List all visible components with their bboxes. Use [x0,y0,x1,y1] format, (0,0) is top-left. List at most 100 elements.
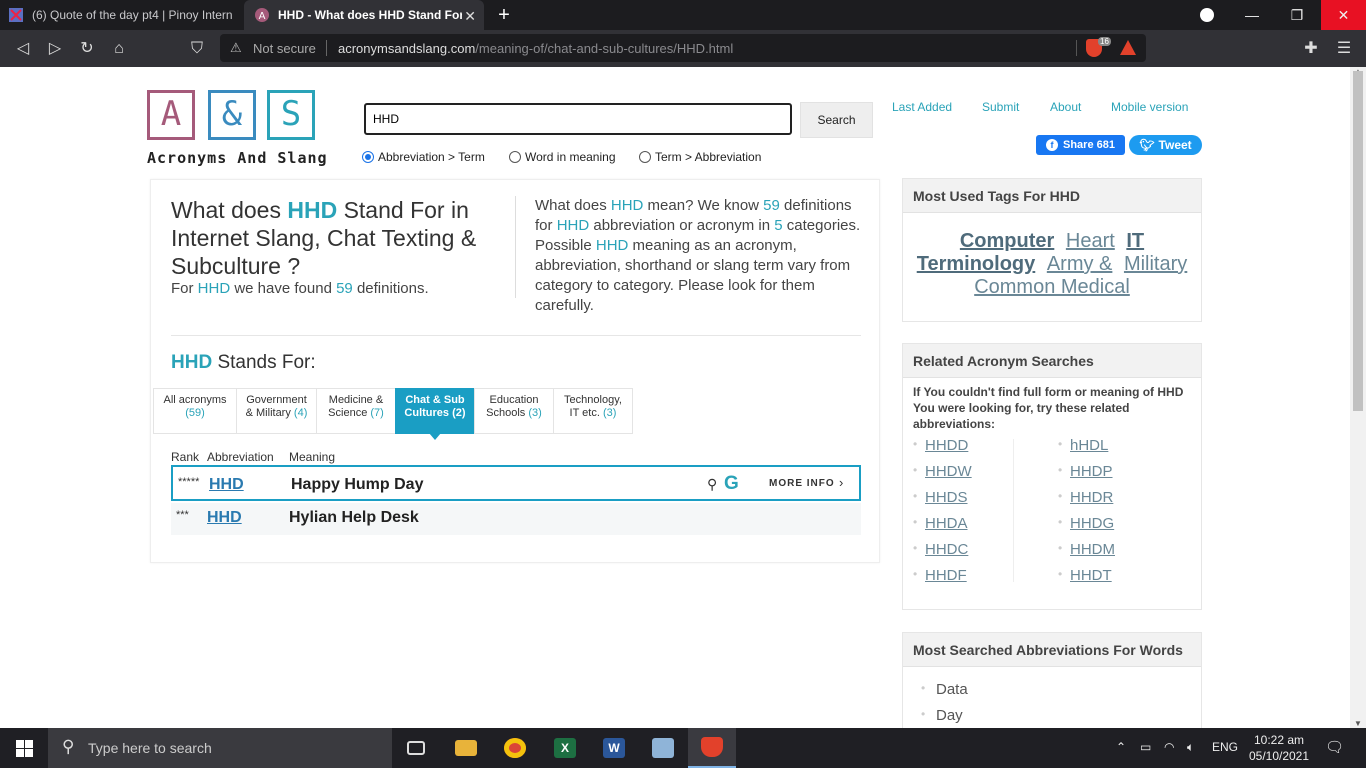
window-close-button[interactable]: ✕ [1321,0,1366,30]
tab-education-schools[interactable]: Education Schools (3) [474,388,554,434]
submit-link[interactable]: Submit [982,100,1019,114]
word-icon[interactable]: W [590,728,638,768]
radio-term-abbreviation[interactable]: Term > Abbreviation [639,150,761,164]
related-link[interactable]: HHDM [1058,541,1115,567]
taskbar-search-box[interactable]: ⚲ Type here to search [48,728,392,768]
mobile-version-link[interactable]: Mobile version [1111,100,1188,114]
tag-link[interactable]: Terminology [917,253,1036,275]
related-link[interactable]: hHDL [1058,437,1115,463]
radio-word-in-meaning[interactable]: Word in meaning [509,150,616,164]
tag-link[interactable]: Computer [960,230,1054,252]
tab-all-acronyms[interactable]: All acronyms (59) [153,388,237,434]
show-hidden-icons-icon[interactable]: ⌃ [1116,740,1126,754]
scrollbar-thumb[interactable] [1353,71,1363,411]
radio-abbreviation-term[interactable]: Abbreviation > Term [362,150,485,164]
related-link[interactable]: HHDD [913,437,972,463]
table-row[interactable]: *** HHD Hylian Help Desk [171,503,861,535]
tag-link[interactable]: Army & [1047,253,1113,275]
reload-icon[interactable]: ↻ [76,38,98,60]
task-view-icon[interactable] [392,728,440,768]
radio-icon[interactable] [509,151,521,163]
bookmark-icon[interactable]: ⛉ [186,38,208,60]
tag-link[interactable]: Common Medical [974,276,1130,298]
clock-date: 05/10/2021 [1248,749,1310,763]
search-icon[interactable]: ⚲ [707,476,717,493]
excel-icon[interactable]: X [541,728,589,768]
related-link[interactable]: HHDC [913,541,972,567]
home-icon[interactable]: ⌂ [108,38,130,60]
taskbar-clock[interactable]: 10:22 am 05/10/2021 [1248,732,1310,764]
notifications-icon[interactable]: 🗨︎ [1325,738,1344,756]
last-added-link[interactable]: Last Added [892,100,952,114]
search-button[interactable]: Search [800,102,873,138]
warning-icon[interactable]: ⚠ [230,40,242,56]
tweet-button[interactable]: 🐦︎ Tweet [1129,135,1202,155]
tab-quote-of-the-day[interactable]: (6) Quote of the day pt4 | Pinoy Intern [8,0,240,30]
logo-ampersand[interactable]: & [208,90,256,140]
address-bar[interactable]: ⚠ Not secure acronymsandslang.com/meanin… [220,34,1146,62]
back-icon[interactable]: ◁ [12,38,34,60]
most-searched-link[interactable]: Data [903,681,1201,707]
related-link[interactable]: HHDR [1058,489,1115,515]
new-tab-button[interactable]: + [494,4,514,26]
radio-icon[interactable] [639,151,651,163]
brave-rewards-icon[interactable] [1120,40,1136,55]
web-page: A & S Acronyms And Slang Search Abbrevia… [0,67,1350,728]
related-link[interactable]: HHDW [913,463,972,489]
divider [1013,439,1014,582]
abbreviation-link[interactable]: HHD [209,476,244,494]
tag-link[interactable]: Heart [1066,230,1115,252]
twitter-icon: 🐦︎ [1139,138,1155,152]
tab-chat-sub-cultures[interactable]: Chat & Sub Cultures (2) [395,388,475,440]
file-explorer-icon[interactable] [442,728,490,768]
url-text[interactable]: acronymsandslang.com/meaning-of/chat-and… [338,41,733,56]
related-link[interactable]: HHDA [913,515,972,541]
facebook-share-button[interactable]: f Share 681 [1036,135,1125,155]
extensions-icon[interactable]: ✚ [1300,38,1322,60]
minimize-button[interactable]: — [1230,0,1274,30]
related-link[interactable]: HHDF [913,567,972,593]
logo-letter-s[interactable]: S [267,90,315,140]
brave-browser-icon[interactable] [688,728,736,768]
tab-medicine-science[interactable]: Medicine & Science (7) [316,388,396,434]
windows-start-button[interactable] [0,728,48,768]
divider [1076,40,1077,56]
chrome-icon[interactable] [491,728,539,768]
wifi-icon[interactable]: ◠ [1164,740,1174,754]
related-link[interactable]: HHDS [913,489,972,515]
tab-government-military[interactable]: Government & Military (4) [236,388,317,434]
volume-icon[interactable]: 🔈︎ [1187,740,1194,755]
most-searched-link[interactable]: Day [903,707,1201,728]
related-link[interactable]: HHDG [1058,515,1115,541]
radio-label: Abbreviation > Term [378,150,485,164]
scroll-down-icon[interactable]: ▼ [1354,719,1362,728]
about-link[interactable]: About [1050,100,1081,114]
table-row[interactable]: ***** HHD Happy Hump Day ⚲ G MORE INFO › [171,465,861,501]
logo-text[interactable]: Acronyms And Slang [147,149,328,167]
maximize-button[interactable]: ❐ [1275,0,1319,30]
notepad-icon[interactable] [639,728,687,768]
tag-cloud: Computer Heart IT Terminology Army & Mil… [903,213,1201,299]
tab-technology-it[interactable]: Technology, IT etc. (3) [553,388,633,434]
chevron-right-icon[interactable]: › [839,475,843,490]
more-info-link[interactable]: MORE INFO [769,478,835,489]
tag-link[interactable]: IT [1126,230,1144,252]
tab-hhd-active[interactable]: A HHD - What does HHD Stand For ✕ [244,0,484,30]
related-link[interactable]: HHDP [1058,463,1115,489]
forward-icon[interactable]: ▷ [44,38,66,60]
profile-icon[interactable] [1200,8,1214,22]
abbreviation-link[interactable]: HHD [207,509,242,527]
page-scrollbar[interactable]: ▲ ▼ [1350,67,1366,728]
close-tab-icon[interactable]: ✕ [464,8,476,25]
language-indicator[interactable]: ENG [1212,740,1238,754]
logo-letter-a[interactable]: A [147,90,195,140]
radio-selected-icon[interactable] [362,151,374,163]
browser-tab-bar: (6) Quote of the day pt4 | Pinoy Intern … [0,0,1366,30]
menu-icon[interactable]: ☰ [1333,38,1355,60]
related-link[interactable]: HHDT [1058,567,1115,593]
google-search-icon[interactable]: G [724,473,739,495]
search-input[interactable] [364,103,792,135]
battery-icon[interactable]: ▭ [1140,740,1151,754]
security-label[interactable]: Not secure [253,41,316,56]
tag-link[interactable]: Military [1124,253,1187,275]
